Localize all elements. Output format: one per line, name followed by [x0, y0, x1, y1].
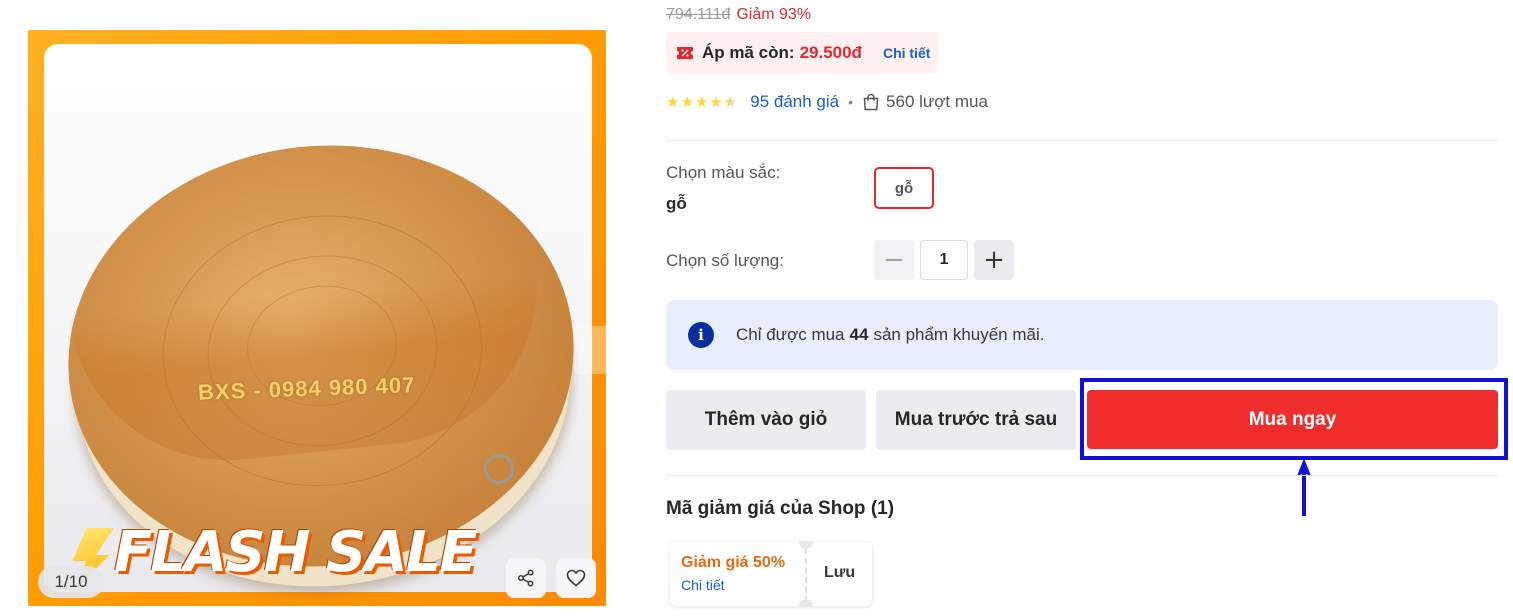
coupon-label: Áp mã còn:	[702, 42, 795, 62]
purchase-limit-notice: i Chỉ được mua 44 sản phẩm khuyến mãi.	[666, 300, 1498, 370]
hanging-ring	[484, 454, 514, 484]
selected-color-value: gỗ	[666, 194, 687, 213]
voucher-title: Giảm giá 50%	[681, 554, 786, 571]
quantity-input[interactable]: 1	[920, 240, 968, 280]
voucher-notch	[799, 599, 813, 607]
color-label: Chọn màu sắc:	[666, 163, 781, 182]
flash-sale-badge: FLASH SALE	[114, 520, 478, 585]
divider	[666, 140, 1498, 141]
share-icon	[518, 569, 534, 587]
quantity-label: Chọn số lượng:	[666, 251, 784, 270]
voucher-detail-link[interactable]: Chi tiết	[681, 577, 725, 593]
add-to-cart-button[interactable]: Thêm vào giỏ	[666, 390, 866, 450]
favorite-button[interactable]	[556, 558, 596, 598]
voucher-notch	[799, 541, 813, 549]
shop-voucher-title: Mã giảm giá của Shop (1)	[666, 498, 895, 519]
highlight-box	[1080, 378, 1508, 460]
coupon-detail-link[interactable]: Chi tiết	[883, 45, 930, 61]
voucher-card: Giảm giá 50% Chi tiết Lưu	[670, 541, 872, 607]
voucher-separator	[805, 548, 807, 602]
coupon-icon	[676, 46, 694, 60]
image-counter: 1/10	[38, 566, 104, 598]
info-icon: i	[688, 322, 714, 348]
shopping-bag-icon	[862, 93, 880, 111]
product-image-gallery[interactable]: BXS - 0984 980 407 FLASH SALE	[28, 30, 606, 606]
rating-stars: ★★★★ ★	[666, 93, 738, 111]
notice-suffix: sản phẩm khuyến mãi.	[873, 325, 1045, 344]
half-star-icon: ★	[724, 93, 738, 111]
share-button[interactable]	[506, 558, 546, 598]
coupon-banner: Áp mã còn: 29.500đ Chi tiết	[666, 32, 938, 73]
next-image-button[interactable]	[574, 326, 606, 374]
color-option-go[interactable]: gỗ	[874, 167, 934, 209]
sold-count: 560 lượt mua	[886, 92, 988, 111]
increase-quantity-button[interactable]: +	[974, 240, 1014, 280]
voucher-save-button[interactable]: Lưu	[824, 564, 855, 582]
separator-dot: •	[848, 94, 854, 110]
original-price: 794.111đ	[666, 6, 731, 23]
arrow-up-icon	[1297, 458, 1311, 516]
divider	[666, 475, 1498, 476]
coupon-price: 29.500đ	[799, 42, 862, 62]
buy-now-pay-later-button[interactable]: Mua trước trả sau	[876, 390, 1076, 450]
discount-percent: Giảm 93%	[736, 6, 812, 23]
notice-count: 44	[849, 325, 869, 344]
notice-prefix: Chỉ được mua	[736, 325, 845, 344]
quantity-stepper: − 1 +	[874, 240, 1014, 280]
decrease-quantity-button[interactable]: −	[874, 240, 914, 280]
original-price-row: 794.111đ Giảm 93%	[666, 6, 811, 24]
heart-icon	[566, 569, 586, 587]
rating-row: ★★★★★ 95 đánh giá • 560 lượt mua	[666, 90, 988, 114]
reviews-link[interactable]: 95 đánh giá	[750, 92, 839, 112]
